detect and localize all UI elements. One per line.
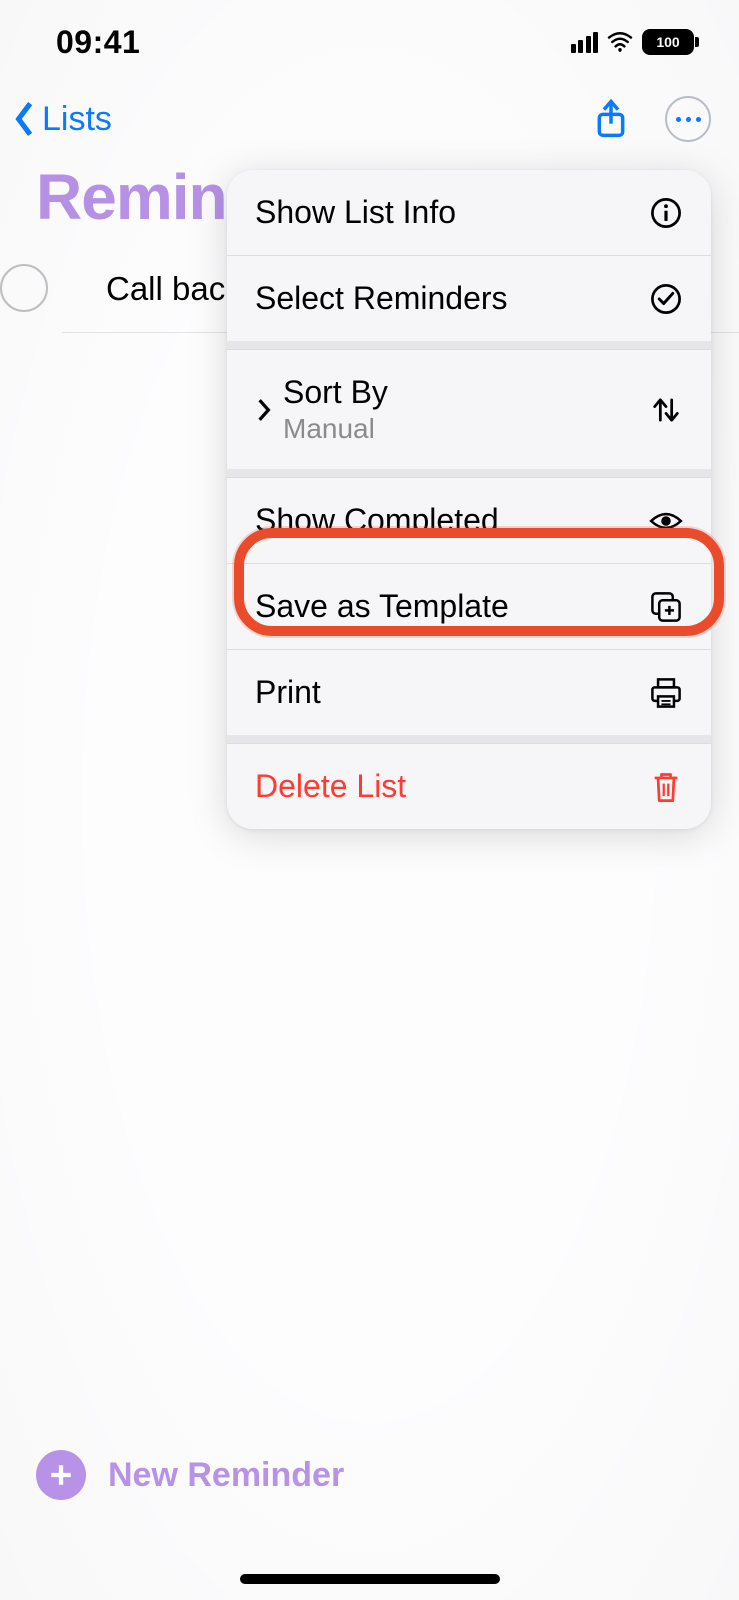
navigation-bar: Lists: [0, 70, 739, 156]
context-menu: Show List Info Select Reminders Sort By …: [227, 170, 711, 829]
ellipsis-icon: [676, 117, 681, 122]
menu-label: Show List Info: [255, 194, 456, 231]
battery-icon: 100: [642, 29, 699, 55]
checkmark-circle-icon: [649, 282, 683, 316]
share-icon[interactable]: [593, 98, 629, 140]
status-time: 09:41: [56, 24, 140, 61]
status-bar: 09:41 100: [0, 0, 739, 70]
annotation-highlight: [234, 528, 724, 636]
back-button[interactable]: Lists: [14, 100, 112, 139]
cellular-signal-icon: [571, 32, 599, 53]
menu-print[interactable]: Print: [227, 649, 711, 735]
chevron-left-icon: [14, 101, 36, 137]
home-indicator[interactable]: [240, 1574, 500, 1584]
menu-show-list-info[interactable]: Show List Info: [227, 170, 711, 255]
status-indicators: 100: [571, 29, 700, 55]
trash-icon: [649, 770, 683, 804]
printer-icon: [649, 676, 683, 710]
back-label: Lists: [42, 100, 112, 139]
battery-level: 100: [642, 29, 694, 55]
new-reminder-button[interactable]: New Reminder: [36, 1450, 344, 1500]
menu-sort-by[interactable]: Sort By Manual: [227, 349, 711, 469]
menu-label: Sort By: [283, 374, 388, 411]
sort-value: Manual: [283, 413, 388, 445]
wifi-icon: [606, 31, 634, 53]
menu-label: Delete List: [255, 768, 406, 805]
menu-label: Select Reminders: [255, 280, 508, 317]
reminder-text: Call back: [98, 270, 242, 308]
info-icon: [649, 196, 683, 230]
more-button[interactable]: [665, 96, 711, 142]
menu-delete-list[interactable]: Delete List: [227, 743, 711, 829]
new-reminder-label: New Reminder: [108, 1456, 344, 1495]
chevron-right-icon: [255, 398, 273, 422]
sort-arrows-icon: [649, 393, 683, 427]
menu-label: Print: [255, 674, 321, 711]
plus-circle-icon: [36, 1450, 86, 1500]
menu-select-reminders[interactable]: Select Reminders: [227, 255, 711, 341]
